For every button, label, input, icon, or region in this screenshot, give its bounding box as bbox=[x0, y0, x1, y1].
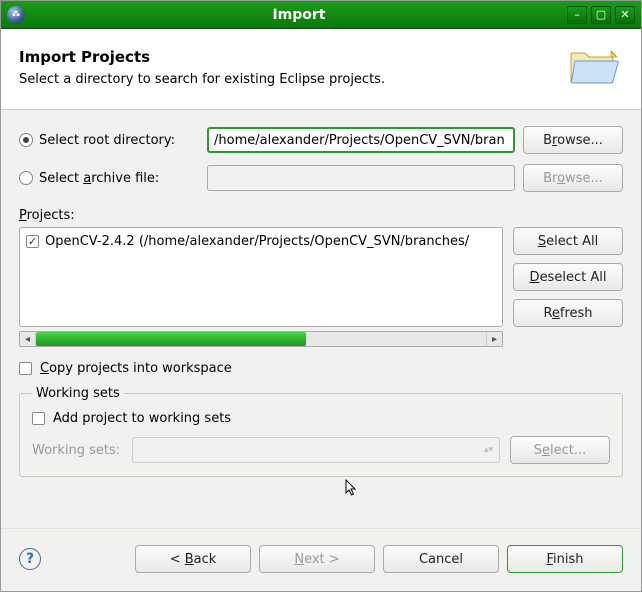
archive-file-text: Select archive file: bbox=[39, 171, 159, 186]
copy-into-workspace-checkbox[interactable] bbox=[19, 362, 32, 375]
minimize-button[interactable]: – bbox=[567, 6, 587, 24]
add-to-working-sets-checkbox[interactable] bbox=[32, 412, 45, 425]
working-sets-select-button: Select... bbox=[510, 436, 610, 464]
page-subtitle: Select a directory to search for existin… bbox=[19, 72, 385, 87]
mouse-cursor-icon bbox=[345, 479, 359, 502]
archive-file-radio[interactable] bbox=[19, 171, 33, 185]
working-sets-field-label: Working sets: bbox=[32, 443, 122, 458]
list-item[interactable]: OpenCV-2.4.2 (/home/alexander/Projects/O… bbox=[26, 234, 496, 249]
maximize-button[interactable]: ▢ bbox=[591, 6, 611, 24]
back-button[interactable]: < Back bbox=[135, 545, 251, 573]
working-sets-group: Working sets Add project to working sets… bbox=[19, 386, 623, 477]
project-checkbox[interactable] bbox=[26, 235, 39, 248]
window-titlebar: Import – ▢ ✕ bbox=[1, 1, 641, 29]
finish-button[interactable]: Finish bbox=[507, 545, 623, 573]
root-directory-radio-label[interactable]: Select root directory: bbox=[19, 133, 199, 148]
working-sets-legend: Working sets bbox=[32, 386, 124, 401]
archive-file-input bbox=[207, 165, 515, 191]
select-all-button[interactable]: Select All bbox=[513, 227, 623, 255]
projects-label: Projects: bbox=[19, 208, 623, 223]
scroll-left-arrow-icon[interactable]: ◂ bbox=[20, 332, 36, 346]
root-directory-text: Select root directory: bbox=[39, 133, 175, 148]
help-icon[interactable]: ? bbox=[19, 548, 41, 570]
project-label: OpenCV-2.4.2 (/home/alexander/Projects/O… bbox=[45, 234, 469, 249]
projects-list[interactable]: OpenCV-2.4.2 (/home/alexander/Projects/O… bbox=[19, 227, 503, 327]
close-button[interactable]: ✕ bbox=[615, 6, 635, 24]
scroll-right-arrow-icon[interactable]: ▸ bbox=[486, 332, 502, 346]
next-button: Next > bbox=[259, 545, 375, 573]
eclipse-icon bbox=[7, 6, 25, 24]
scroll-track[interactable] bbox=[36, 332, 486, 346]
deselect-all-button[interactable]: Deselect All bbox=[513, 263, 623, 291]
page-title: Import Projects bbox=[19, 48, 385, 66]
archive-file-radio-label[interactable]: Select archive file: bbox=[19, 171, 199, 186]
projects-horizontal-scrollbar[interactable]: ◂ ▸ bbox=[19, 331, 503, 347]
import-folder-icon bbox=[567, 43, 623, 91]
root-directory-radio[interactable] bbox=[19, 133, 33, 147]
browse-root-button[interactable]: Browse... bbox=[523, 126, 623, 154]
root-directory-input[interactable] bbox=[207, 127, 515, 153]
scroll-thumb[interactable] bbox=[36, 332, 306, 346]
window-title: Import bbox=[31, 7, 567, 23]
refresh-button[interactable]: Refresh bbox=[513, 299, 623, 327]
working-sets-combo: ▴▾ bbox=[132, 437, 500, 463]
cancel-button[interactable]: Cancel bbox=[383, 545, 499, 573]
browse-archive-button: Browse... bbox=[523, 164, 623, 192]
copy-into-workspace-label: Copy projects into workspace bbox=[40, 361, 232, 376]
wizard-header: Import Projects Select a directory to se… bbox=[1, 29, 641, 110]
add-to-working-sets-label: Add project to working sets bbox=[53, 411, 231, 426]
chevron-updown-icon: ▴▾ bbox=[484, 445, 493, 455]
